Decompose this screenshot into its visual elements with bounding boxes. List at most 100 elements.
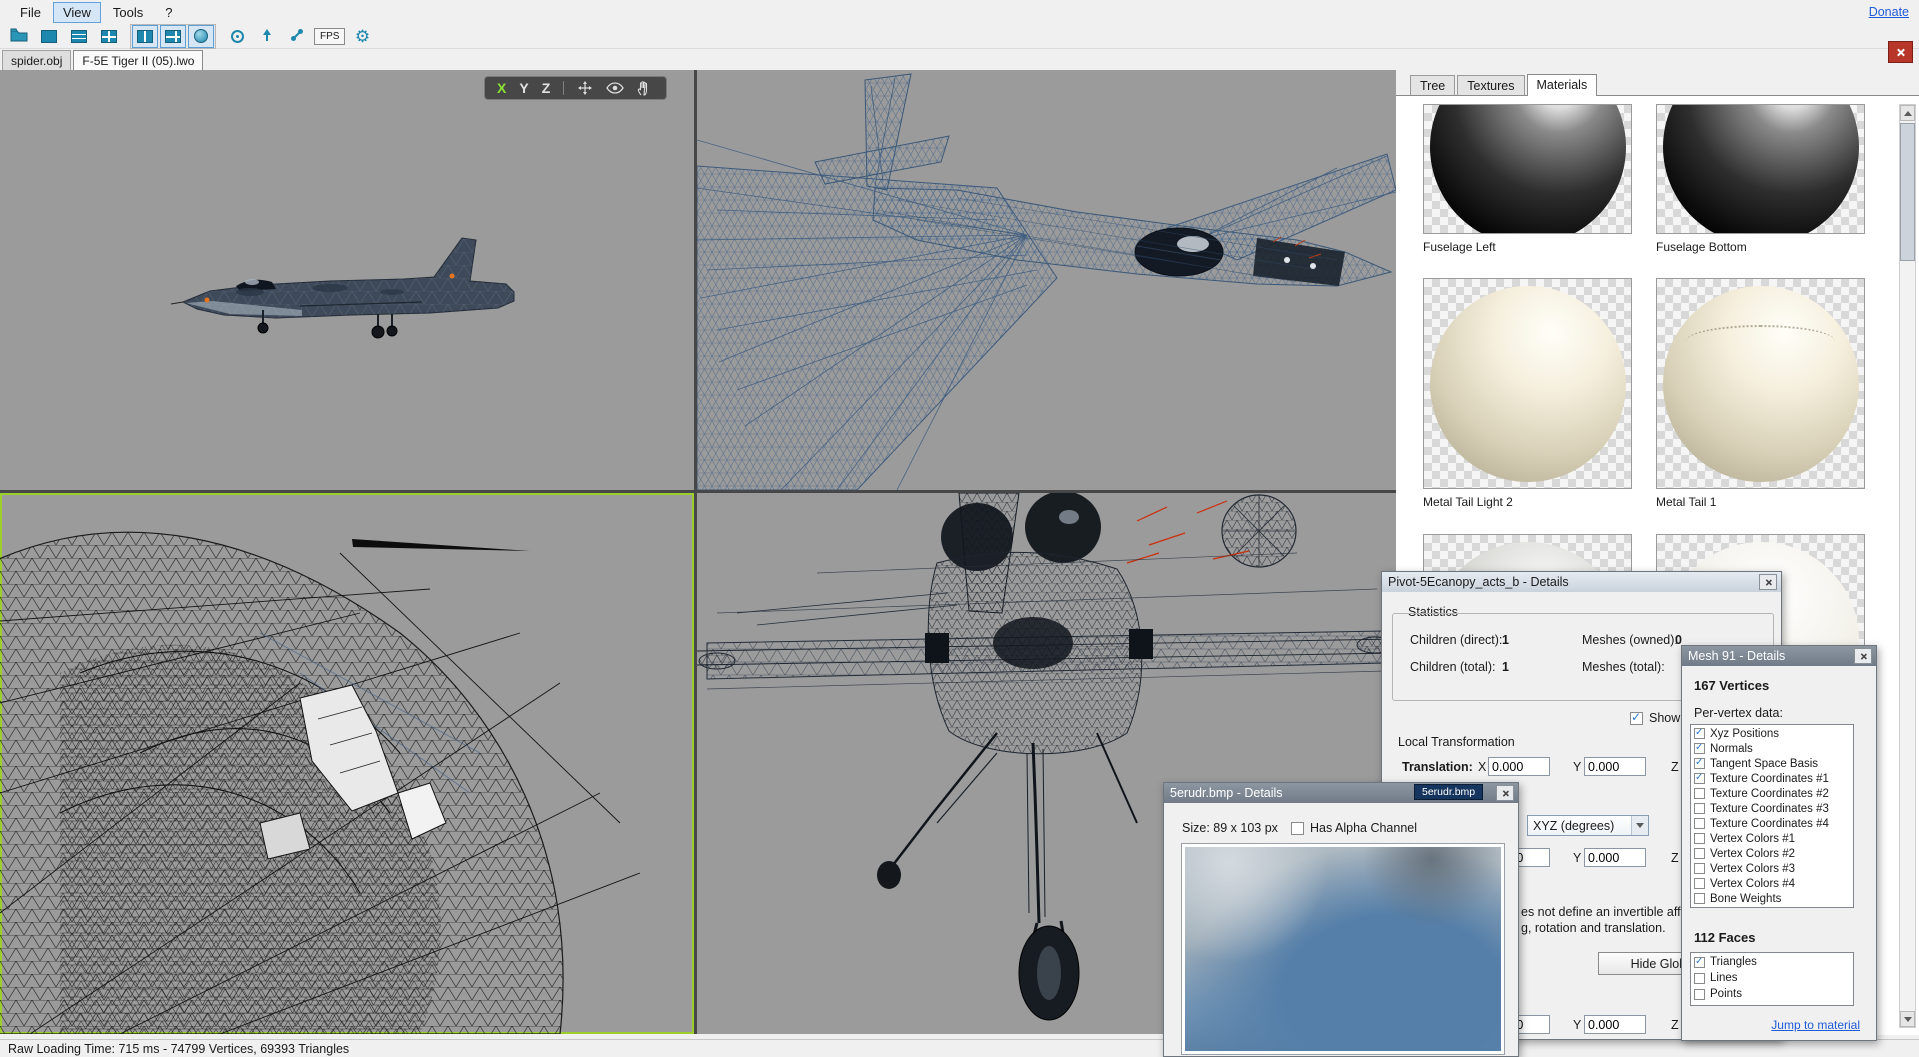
- view-mode-main-side-button[interactable]: [160, 25, 186, 48]
- gear-icon: ⚙: [355, 28, 370, 45]
- checkbox[interactable]: [1694, 893, 1705, 904]
- local-transformation-label: Local Transformation: [1398, 735, 1515, 749]
- checkbox[interactable]: [1694, 803, 1705, 814]
- viewport-top-left[interactable]: X Y Z: [0, 70, 694, 490]
- material-tile-metal-tail-1[interactable]: [1656, 278, 1865, 489]
- checkbox[interactable]: [1694, 848, 1705, 859]
- tab-tree[interactable]: Tree: [1410, 75, 1455, 95]
- toolbar: FPS ⚙: [0, 24, 1919, 49]
- scaling-y-input[interactable]: [1584, 1015, 1646, 1034]
- checkbox[interactable]: [1694, 758, 1705, 769]
- item-label: Triangles: [1710, 956, 1757, 968]
- list-item[interactable]: Vertex Colors #1: [1691, 831, 1853, 846]
- rotation-y-input[interactable]: [1584, 848, 1646, 867]
- list-item[interactable]: Normals: [1691, 741, 1853, 756]
- rotation-mode-dropdown[interactable]: XYZ (degrees): [1527, 815, 1649, 836]
- scrollbar-thumb[interactable]: [1900, 123, 1915, 261]
- has-alpha-checkbox[interactable]: [1291, 822, 1304, 835]
- texture-dialog-title: 5erudr.bmp - Details: [1170, 786, 1283, 800]
- show-checkbox[interactable]: [1630, 712, 1643, 725]
- menu-view[interactable]: View: [53, 2, 101, 23]
- list-item[interactable]: Vertex Colors #3: [1691, 861, 1853, 876]
- view-mode-split-button[interactable]: [132, 25, 158, 48]
- viewport-top-right[interactable]: [697, 70, 1396, 490]
- scroll-up-button[interactable]: [1900, 105, 1915, 121]
- pivot-dialog-title: Pivot-5Ecanopy_acts_b - Details: [1388, 575, 1569, 589]
- list-item[interactable]: Triangles: [1691, 954, 1853, 970]
- list-item[interactable]: Xyz Positions: [1691, 726, 1853, 741]
- move-icon[interactable]: [577, 80, 593, 96]
- axis-x-button[interactable]: X: [497, 80, 506, 96]
- list-item[interactable]: Vertex Colors #2: [1691, 846, 1853, 861]
- fps-toggle-button[interactable]: FPS: [314, 28, 345, 45]
- list-item[interactable]: Texture Coordinates #2: [1691, 786, 1853, 801]
- menu-help[interactable]: ?: [155, 2, 182, 23]
- checkbox[interactable]: [1694, 728, 1705, 739]
- menu-tools[interactable]: Tools: [103, 2, 153, 23]
- list-item[interactable]: Texture Coordinates #1: [1691, 771, 1853, 786]
- translation-label: Translation:: [1402, 760, 1473, 774]
- checkbox[interactable]: [1694, 833, 1705, 844]
- checkbox[interactable]: [1694, 878, 1705, 889]
- close-button[interactable]: [1854, 648, 1872, 664]
- checkbox[interactable]: [1694, 863, 1705, 874]
- settings-button[interactable]: ⚙: [349, 25, 375, 48]
- tab-materials[interactable]: Materials: [1527, 74, 1598, 96]
- mesh-dialog-titlebar[interactable]: Mesh 91 - Details: [1682, 646, 1876, 666]
- checkbox[interactable]: [1694, 743, 1705, 754]
- item-label: Vertex Colors #4: [1710, 878, 1795, 890]
- material-tile-metal-tail-light-2[interactable]: [1423, 278, 1632, 489]
- close-button[interactable]: [1759, 574, 1777, 590]
- material-name: Fuselage Left: [1423, 240, 1496, 254]
- show-skeleton-button[interactable]: [284, 25, 310, 48]
- jump-to-material-link[interactable]: Jump to material: [1771, 1018, 1860, 1032]
- per-vertex-data-list[interactable]: Xyz Positions Normals Tangent Space Basi…: [1690, 724, 1854, 908]
- list-item[interactable]: Vertex Colors #4: [1691, 876, 1853, 891]
- checkbox[interactable]: [1694, 973, 1705, 984]
- axis-z-label: Z: [1671, 760, 1679, 774]
- checkbox[interactable]: [1694, 788, 1705, 799]
- texture-preview-image[interactable]: [1185, 847, 1501, 1051]
- tab-spider-obj[interactable]: spider.obj: [2, 50, 71, 70]
- tab-f5e-tiger[interactable]: F-5E Tiger II (05).lwo: [73, 50, 203, 71]
- item-label: Texture Coordinates #2: [1710, 788, 1829, 800]
- materials-scrollbar[interactable]: [1899, 104, 1916, 1028]
- tab-textures[interactable]: Textures: [1457, 75, 1524, 95]
- arrow-down-icon: [1904, 1017, 1912, 1022]
- list-item[interactable]: Lines: [1691, 970, 1853, 986]
- scroll-down-button[interactable]: [1900, 1011, 1915, 1027]
- layout-quad-button[interactable]: [96, 25, 122, 48]
- list-item[interactable]: Bone Weights: [1691, 891, 1853, 906]
- translation-y-input[interactable]: [1584, 757, 1646, 776]
- faces-heading: 112 Faces: [1694, 930, 1755, 945]
- view-mode-sphere-button[interactable]: [188, 25, 214, 48]
- list-item[interactable]: Tangent Space Basis: [1691, 756, 1853, 771]
- checkbox[interactable]: [1694, 773, 1705, 784]
- list-item[interactable]: Texture Coordinates #4: [1691, 816, 1853, 831]
- material-tile-fuselage-left[interactable]: [1423, 104, 1632, 234]
- menu-file[interactable]: File: [10, 2, 51, 23]
- orbit-mode-button[interactable]: [224, 25, 250, 48]
- translation-x-input[interactable]: [1488, 757, 1550, 776]
- donate-link[interactable]: Donate: [1869, 5, 1909, 19]
- material-tile-fuselage-bottom[interactable]: [1656, 104, 1865, 234]
- checkbox[interactable]: [1694, 957, 1705, 968]
- checkbox[interactable]: [1694, 989, 1705, 1000]
- axis-z-button[interactable]: Z: [542, 80, 551, 96]
- axis-y-button[interactable]: Y: [519, 80, 528, 96]
- checkbox[interactable]: [1694, 818, 1705, 829]
- faces-list[interactable]: Triangles Lines Points: [1690, 952, 1854, 1006]
- pivot-dialog-titlebar[interactable]: Pivot-5Ecanopy_acts_b - Details: [1382, 572, 1781, 592]
- viewport-bottom-left[interactable]: [0, 493, 694, 1034]
- close-panel-button[interactable]: [1888, 41, 1913, 63]
- eye-icon[interactable]: [606, 82, 624, 94]
- show-normals-button[interactable]: [254, 25, 280, 48]
- hand-icon[interactable]: [637, 80, 651, 96]
- open-file-button[interactable]: [6, 25, 32, 48]
- list-item[interactable]: Texture Coordinates #3: [1691, 801, 1853, 816]
- item-label: Vertex Colors #1: [1710, 833, 1795, 845]
- close-button[interactable]: [1496, 785, 1514, 801]
- layout-single-button[interactable]: [36, 25, 62, 48]
- list-item[interactable]: Points: [1691, 986, 1853, 1002]
- layout-rows-button[interactable]: [66, 25, 92, 48]
